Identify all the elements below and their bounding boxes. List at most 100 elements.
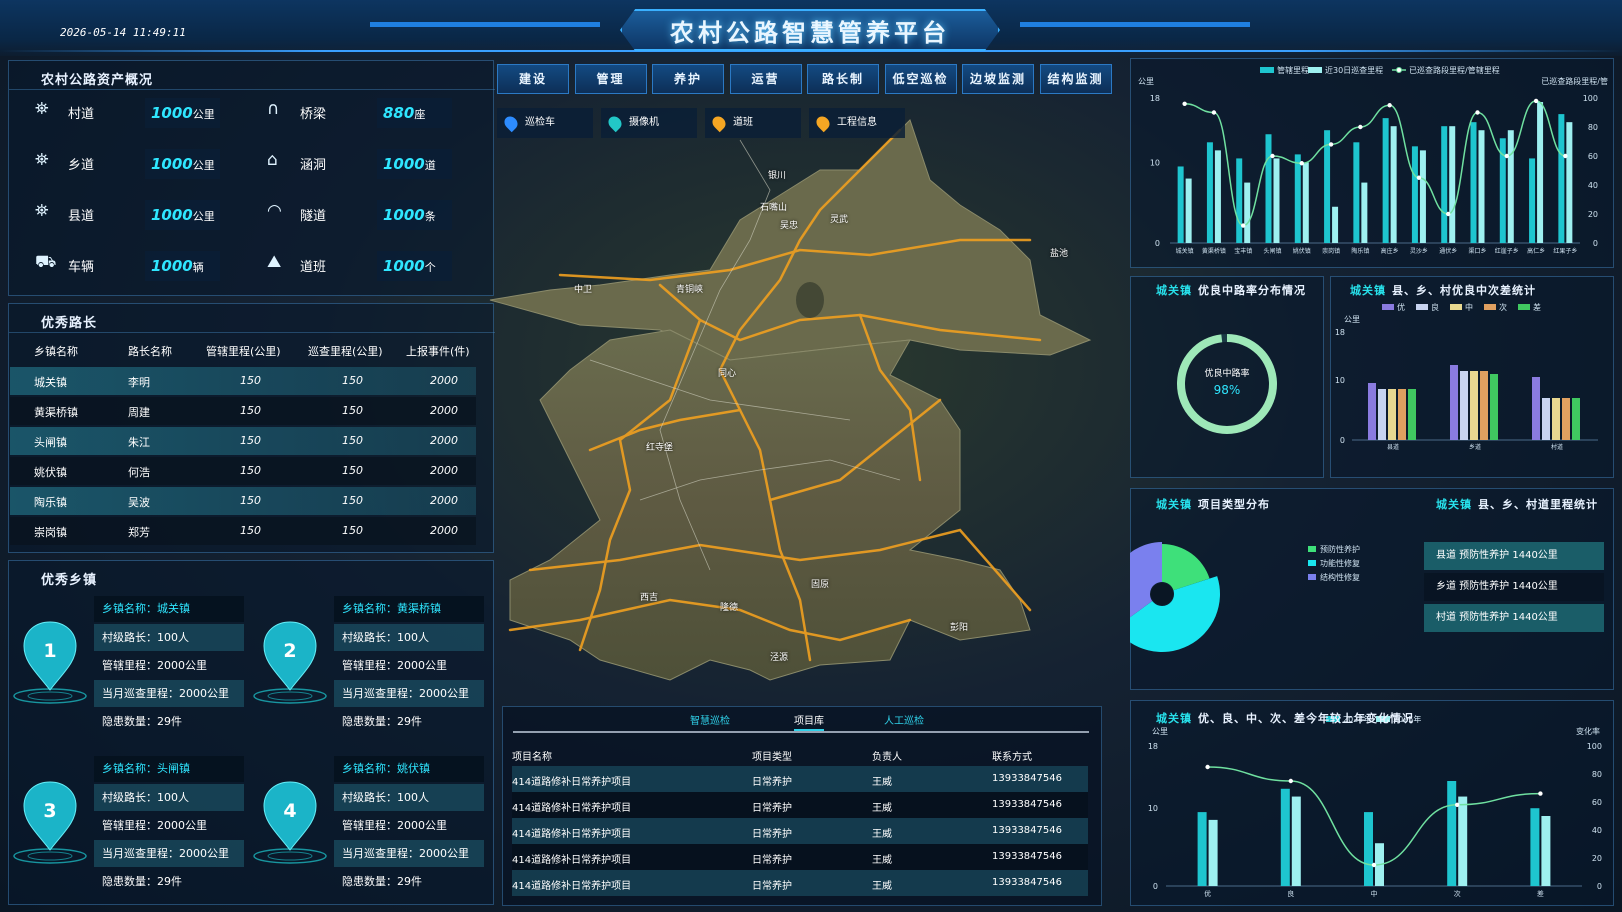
table-row[interactable]: 414道路修补日常养护项目 日常养护 王威 13933847546 [512,870,1088,896]
nav-tab[interactable]: 建设 [497,64,569,94]
map-label[interactable]: 彭阳 [950,620,968,633]
project-tab[interactable]: 人工巡检 [884,712,924,727]
mileage-row[interactable]: 乡道 预防性养护 1440公里 [1424,573,1604,601]
leaders-header-cell: 乡镇名称 [34,345,78,358]
table-cell: 王威 [872,881,892,892]
map-label[interactable]: 隆德 [720,600,738,613]
map-label[interactable]: 盐池 [1050,246,1068,259]
legend-label: 结构性修复 [1320,572,1360,582]
page-title-box: 农村公路智慧管养平台 [620,9,1000,51]
table-cell: 150 [240,464,261,477]
mileage-row[interactable]: 村道 预防性养护 1440公里 [1424,604,1604,632]
page-title: 农村公路智慧管养平台 [670,17,950,47]
layer-label: 工程信息 [837,117,877,128]
town-stat: 村级路长：100人 [334,624,484,651]
map-label[interactable]: 银川 [768,168,786,181]
bar [1364,812,1373,886]
table-row[interactable]: 414道路修补日常养护项目 日常养护 王威 13933847546 [512,818,1088,844]
table-row[interactable]: 头闸镇 朱江 150 150 2000 [10,427,476,455]
map-label[interactable]: 石嘴山 [760,200,787,213]
asset-label: 村道 [68,107,95,122]
nav-tab[interactable]: 养护 [652,64,724,94]
nav-tab[interactable]: 结构监测 [1039,64,1112,94]
line-point [1538,791,1543,796]
tick-label: 灵沙乡 [1410,248,1428,255]
layer-toggle[interactable]: 工程信息 [809,108,905,138]
header-deco-left [370,22,600,27]
town-stat: 村级路长：100人 [334,784,484,811]
line-point [1270,153,1275,159]
bar [1280,788,1290,886]
table-row[interactable]: 崇岗镇 郑芳 150 150 2000 [10,517,476,545]
legend-swatch [1308,560,1316,566]
map-label[interactable]: 灵武 [830,212,848,225]
pie-hole [1151,583,1173,605]
map-label[interactable]: 红寺堡 [646,440,673,453]
tick-label: 40 [1592,826,1602,835]
table-cell: 150 [342,524,363,537]
map-label[interactable]: 青铜峡 [676,282,703,295]
nav-tab[interactable]: 路长制 [807,64,879,94]
rank-number: 2 [283,640,297,662]
nav-tab[interactable]: 管理 [574,64,647,94]
rank-pin: 1 [10,618,90,708]
layer-toggle[interactable]: 道班 [705,108,801,138]
line-point [1358,124,1363,130]
layer-toggle[interactable]: 摄像机 [601,108,697,138]
projects-header-cell: 项目名称 [512,752,552,763]
mileage-row[interactable]: 县道 预防性养护 1440公里 [1424,542,1604,570]
table-row[interactable]: 414道路修补日常养护项目 日常养护 王威 13933847546 [512,844,1088,870]
bar [1390,126,1397,243]
table-cell: 周建 [128,406,150,419]
legend-label: 预防性养护 [1320,544,1360,554]
map-label[interactable]: 吴忠 [780,218,798,231]
table-row[interactable]: 陶乐镇 吴波 150 150 2000 [10,487,476,515]
asset-label: 乡道 [68,158,95,173]
nav-tab[interactable]: 低空巡检 [884,64,957,94]
divider [9,332,495,333]
tick-label: 村道 [1551,443,1563,451]
tick-label: 姚伏镇 [1293,247,1311,255]
panel-title-town: 城关镇 [1156,498,1192,511]
town-stat: 隐患数量：29件 [342,715,422,728]
project-tab[interactable]: 智慧巡检 [690,712,730,727]
nav-tab[interactable]: 边坡监测 [962,64,1034,94]
table-cell: 陶乐镇 [34,496,67,509]
layer-toggle[interactable]: 巡检车 [497,108,593,138]
panel-title-town: 城关镇 [1436,498,1472,511]
table-row[interactable]: 414道路修补日常养护项目 日常养护 王威 13933847546 [512,792,1088,818]
location-pin-icon [605,113,625,133]
rank-pin: 4 [250,778,330,868]
axis-unit: 公里 [1344,315,1360,324]
rank-number: 1 [43,640,57,662]
nav-tab[interactable]: 运营 [729,64,802,94]
table-cell: 王威 [872,777,892,788]
bar [1185,178,1192,243]
bar [1490,374,1498,440]
table-row[interactable]: 黄渠桥镇 周建 150 150 2000 [10,397,476,425]
panel-title-text: 县、乡、村优良中次差统计 [1392,284,1536,297]
line-point [1211,110,1217,115]
tunnel-icon: ◠ [267,201,282,221]
tick-label: 良 [1287,889,1294,898]
project-tab[interactable]: 项目库 [794,712,824,731]
map-label[interactable]: 中卫 [574,282,592,295]
line-point [1446,211,1451,217]
projects-header-cell: 项目类型 [752,752,792,763]
bar [1537,102,1544,244]
table-row[interactable]: 城关镇 李明 150 150 2000 [10,367,476,395]
table-cell: 414道路修补日常养护项目 [512,855,632,866]
town-card[interactable]: 乡镇名称：黄渠桥镇 村级路长：100人 管辖里程：2000公里 当月巡查里程：2000… [334,596,570,746]
table-row[interactable]: 姚伏镇 何浩 150 150 2000 [10,457,476,485]
map-label[interactable]: 固原 [811,577,829,590]
town-stat: 管辖里程：2000公里 [342,659,447,672]
town-stat: 管辖里程：2000公里 [102,819,207,832]
table-row[interactable]: 414道路修补日常养护项目 日常养护 王威 13933847546 [512,766,1088,792]
map-label[interactable]: 同心 [718,366,736,379]
map-label[interactable]: 泾源 [770,650,788,663]
table-cell: 王威 [872,829,892,840]
asset-number: 1000 [151,257,193,275]
table-cell: 13933847546 [992,799,1062,810]
map-label[interactable]: 西吉 [640,590,658,603]
asset-value: 1000道 [377,149,452,179]
